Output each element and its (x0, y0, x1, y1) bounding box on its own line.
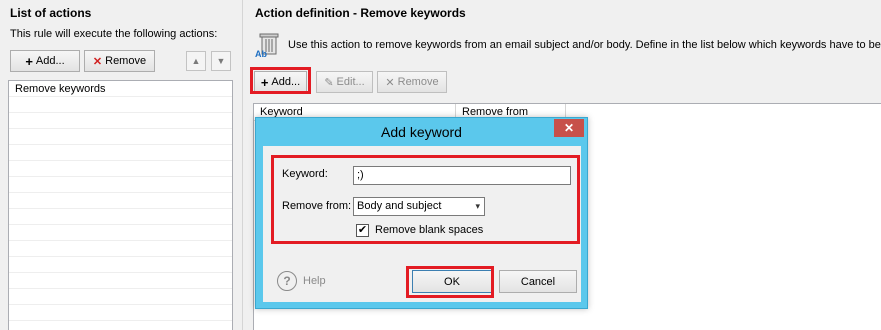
dialog-title: Add keyword (381, 124, 462, 140)
remove-keyword-icon: Ab (255, 32, 279, 60)
remove-x-icon: ✕ (92, 55, 103, 68)
pencil-icon: ✎ (324, 76, 334, 89)
keyword-remove-button[interactable]: ✕ Remove (377, 71, 447, 93)
list-of-actions-subtitle: This rule will execute the following act… (10, 28, 218, 40)
close-icon: ✕ (385, 76, 395, 89)
help-icon-glyph: ? (283, 274, 291, 288)
list-of-actions-title: List of actions (10, 6, 92, 20)
list-row-empty (9, 145, 232, 161)
list-row-empty (9, 257, 232, 273)
cancel-label: Cancel (520, 275, 556, 288)
list-row-empty (9, 113, 232, 129)
keyword-edit-label: Edit... (336, 76, 365, 88)
list-row-empty (9, 97, 232, 113)
svg-text:Ab: Ab (255, 49, 267, 59)
left-add-button[interactable]: + Add... (10, 50, 80, 72)
list-row-empty (9, 193, 232, 209)
move-up-button[interactable]: ▲ (186, 51, 206, 71)
actions-list[interactable]: Remove keywords (8, 80, 233, 330)
list-row-empty (9, 241, 232, 257)
action-definition-title: Action definition - Remove keywords (255, 6, 466, 20)
help-link[interactable]: Help (303, 275, 326, 287)
list-row-empty (9, 209, 232, 225)
list-row-empty (9, 161, 232, 177)
list-row-empty (9, 177, 232, 193)
close-icon: ✕ (563, 121, 575, 135)
move-down-button[interactable]: ▼ (211, 51, 231, 71)
left-remove-label: Remove (105, 55, 147, 67)
chevron-down-icon: ▼ (216, 56, 226, 66)
keyword-remove-label: Remove (397, 76, 439, 88)
help-icon[interactable]: ? (277, 271, 297, 291)
add-button-highlight (250, 67, 311, 94)
chevron-up-icon: ▲ (191, 56, 201, 66)
dialog-close-button[interactable]: ✕ (554, 119, 584, 137)
ok-button-highlight (406, 266, 494, 298)
list-row-empty (9, 225, 232, 241)
list-row-empty (9, 273, 232, 289)
left-add-label: Add... (35, 55, 65, 67)
action-description: Use this action to remove keywords from … (288, 39, 881, 51)
plus-icon: + (25, 53, 33, 69)
cancel-button[interactable]: Cancel (499, 270, 577, 293)
list-row-empty (9, 129, 232, 145)
keyword-edit-button[interactable]: ✎ Edit... (316, 71, 373, 93)
fields-highlight (271, 155, 580, 244)
left-remove-button[interactable]: ✕ Remove (84, 50, 155, 72)
list-row-empty (9, 289, 232, 305)
list-item[interactable]: Remove keywords (9, 81, 232, 97)
list-row-empty (9, 305, 232, 321)
pane-divider[interactable] (242, 0, 243, 330)
